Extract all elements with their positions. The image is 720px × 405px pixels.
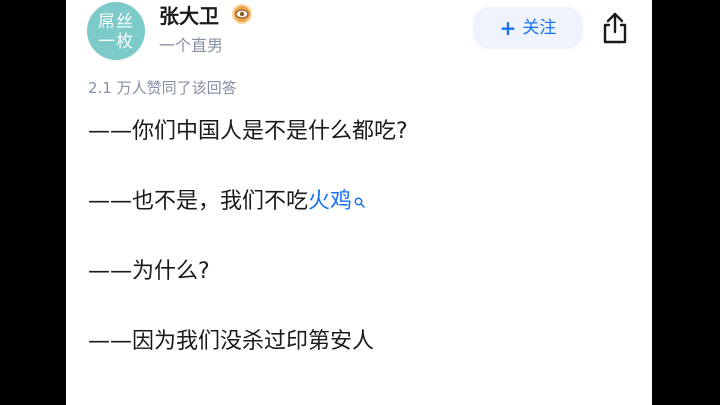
author-avatar[interactable]: 屌丝 一枚 xyxy=(87,2,145,60)
author-bio: 一个直男 xyxy=(159,36,224,55)
plus-icon: + xyxy=(499,16,517,40)
keyword-search-link[interactable]: 火鸡 xyxy=(308,189,352,214)
follow-label: 关注 xyxy=(522,18,557,38)
answer-paragraph-3: ——为什么? xyxy=(88,259,210,284)
answer-card: 屌丝 一枚 张大卫 一个直男 + 关注 2.1 万人赞同了该回答 ——你们中国人… xyxy=(66,0,652,405)
upvote-count-text: 2.1 万人赞同了该回答 xyxy=(88,79,237,97)
search-icon[interactable] xyxy=(354,188,365,216)
paragraph-2-text: ——也不是，我们不吃 xyxy=(88,189,309,214)
eye-badge-icon[interactable] xyxy=(232,4,252,24)
answer-paragraph-2: ——也不是，我们不吃火鸡 xyxy=(88,188,365,216)
share-icon[interactable] xyxy=(599,11,631,45)
follow-button[interactable]: + 关注 xyxy=(473,7,583,49)
answer-paragraph-4: ——因为我们没杀过印第安人 xyxy=(88,329,375,354)
avatar-text-line-2: 一枚 xyxy=(98,32,134,52)
author-name[interactable]: 张大卫 xyxy=(159,4,219,28)
avatar-text-line-1: 屌丝 xyxy=(98,12,134,32)
answer-paragraph-1: ——你们中国人是不是什么都吃? xyxy=(88,119,408,144)
